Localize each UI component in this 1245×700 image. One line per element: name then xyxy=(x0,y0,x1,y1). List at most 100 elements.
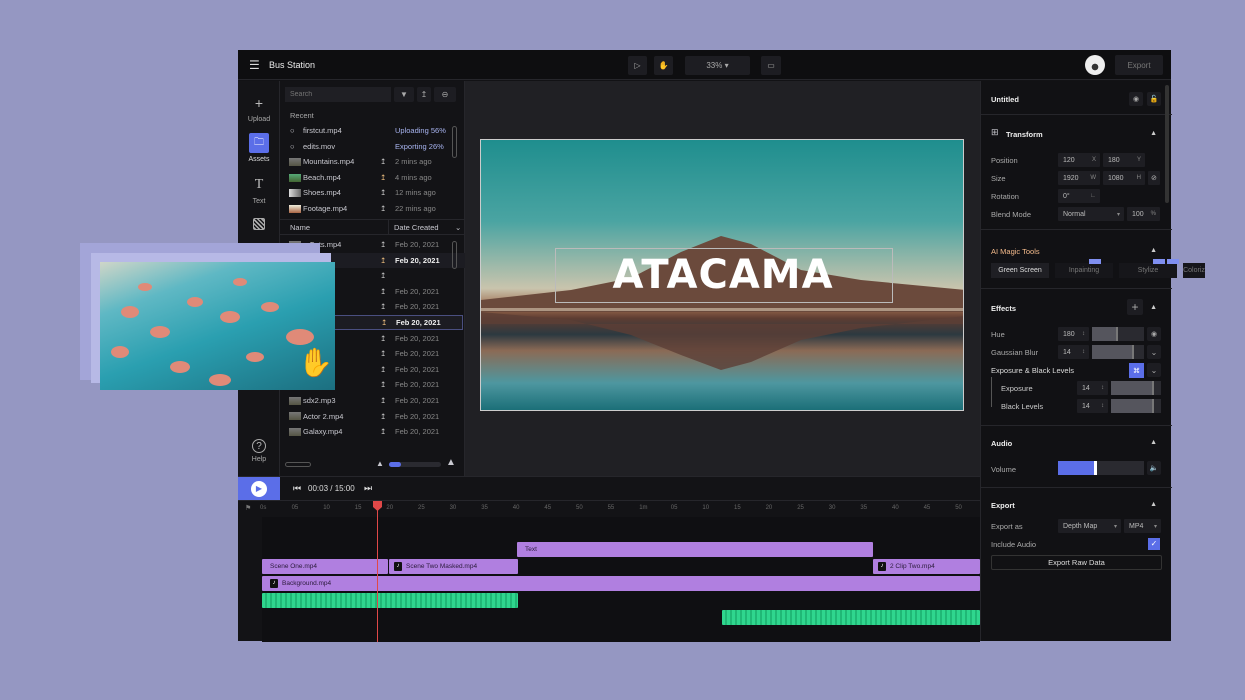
column-date-created[interactable]: Date Created xyxy=(394,223,439,232)
play-button[interactable]: ▶ xyxy=(238,477,280,500)
video-preview[interactable]: ATACAMA xyxy=(480,139,964,411)
speaker-icon[interactable]: 🔈 xyxy=(1147,461,1161,475)
pin-icon[interactable]: ↥ xyxy=(380,157,386,166)
blur-field[interactable]: 14 ↕ xyxy=(1058,345,1089,359)
recent-item[interactable]: Footage.mp4 ↥ 22 mins ago xyxy=(280,201,465,216)
playhead-handle[interactable] xyxy=(373,501,382,511)
pin-icon[interactable]: ↥ xyxy=(380,240,386,249)
height-field[interactable]: 1080 H xyxy=(1103,171,1145,185)
container-dropdown[interactable]: MP4 ▾ xyxy=(1124,519,1161,533)
blend-mode-dropdown[interactable]: Normal ▾ xyxy=(1058,207,1124,221)
rail-pattern[interactable] xyxy=(238,218,280,233)
black-levels-slider[interactable] xyxy=(1111,399,1161,413)
chevron-down-icon[interactable]: ⌄ xyxy=(1147,363,1161,377)
black-levels-field[interactable]: 14 ↕ xyxy=(1077,399,1108,413)
pin-icon[interactable]: ↥ xyxy=(380,396,386,405)
scrollbar[interactable] xyxy=(452,126,457,158)
chevron-down-icon[interactable]: ⌄ xyxy=(455,223,461,232)
pin-icon[interactable]: ↥ xyxy=(380,173,386,182)
position-y-field[interactable]: 180 Y xyxy=(1103,153,1145,167)
scrollbar[interactable] xyxy=(1165,85,1169,203)
pin-icon[interactable]: ↥ xyxy=(380,380,386,389)
filter-icon[interactable]: ▼ xyxy=(394,87,414,102)
opacity-field[interactable]: 100% xyxy=(1127,207,1160,221)
title-overlay-text[interactable]: ATACAMA xyxy=(481,252,963,298)
zoom-dropdown[interactable]: 33% ▾ xyxy=(685,56,750,75)
file-row[interactable]: Actor 2.mp4 ↥ Feb 20, 2021 xyxy=(280,409,465,424)
recent-item[interactable]: Mountains.mp4 ↥ 2 mins ago xyxy=(280,154,465,169)
rail-upload[interactable]: + Upload xyxy=(238,93,280,123)
pin-icon[interactable]: ↥ xyxy=(380,287,386,296)
flamingo-image-drag-preview[interactable]: ✋ xyxy=(100,262,335,390)
rail-help[interactable]: ? Help xyxy=(238,439,280,463)
pin-icon[interactable]: ↥ xyxy=(380,271,386,280)
rail-text[interactable]: T Text xyxy=(238,175,280,205)
file-row[interactable]: Galaxy.mp4 ↥ Feb 20, 2021 xyxy=(280,424,465,439)
clip-text[interactable]: Text xyxy=(517,542,873,557)
width-field[interactable]: 1920 W xyxy=(1058,171,1100,185)
blur-slider[interactable] xyxy=(1092,345,1144,359)
recent-item[interactable]: Shoes.mp4 ↥ 12 mins ago xyxy=(280,185,465,200)
pin-icon[interactable]: ↥ xyxy=(417,87,431,102)
column-name[interactable]: Name xyxy=(290,223,310,232)
clip-background[interactable]: ♪ Background.mp4 xyxy=(262,576,980,591)
collapse-icon[interactable]: ▲ xyxy=(1150,130,1157,137)
recent-item[interactable]: ○ firstcut.mp4 Uploading 56% xyxy=(280,123,465,138)
effect-toggle-button[interactable]: ⌘ xyxy=(1129,363,1144,378)
snap-icon[interactable]: ⚑ xyxy=(245,504,251,512)
pin-icon[interactable]: ↥ xyxy=(380,302,386,311)
select-tool-icon[interactable]: ▷ xyxy=(628,56,647,75)
skip-back-icon[interactable]: ⏮ xyxy=(293,483,301,494)
ai-tool-button[interactable]: Green Screen xyxy=(991,263,1049,278)
export-button[interactable]: Export xyxy=(1115,55,1163,75)
audio-waveform[interactable] xyxy=(722,610,980,625)
clip-two[interactable]: ♪ 2 Clip Two.mp4 xyxy=(873,559,980,574)
playhead[interactable] xyxy=(377,501,378,642)
clip-scene-two[interactable]: ♪ Scene Two Masked.mp4 xyxy=(389,559,518,574)
eye-icon[interactable]: ◉ xyxy=(1147,327,1161,341)
pin-icon[interactable]: ↥ xyxy=(380,256,386,265)
search-input[interactable] xyxy=(285,87,391,102)
clip-scene-one[interactable]: Scene One.mp4 xyxy=(262,559,388,574)
hue-slider[interactable] xyxy=(1092,327,1144,341)
more-options-icon[interactable]: ⊖ xyxy=(434,87,456,102)
rail-assets[interactable]: 🗀 Assets xyxy=(238,133,280,163)
recent-item[interactable]: ○ edits.mov Exporting 26% xyxy=(280,139,465,154)
pin-icon[interactable]: ↥ xyxy=(380,365,386,374)
recent-item[interactable]: Beach.mp4 ↥ 4 mins ago xyxy=(280,170,465,185)
include-audio-checkbox[interactable]: ✓ xyxy=(1148,538,1160,550)
pin-icon[interactable]: ↥ xyxy=(380,412,386,421)
skip-forward-icon[interactable]: ⏭ xyxy=(364,483,372,494)
audio-waveform[interactable] xyxy=(262,593,518,608)
eye-icon[interactable]: ◉ xyxy=(1129,92,1143,106)
unlock-icon[interactable]: 🔓 xyxy=(1147,92,1161,106)
ai-tool-button[interactable]: Inpainting xyxy=(1055,263,1113,278)
pin-icon[interactable]: ↥ xyxy=(380,334,386,343)
pin-icon[interactable]: ↥ xyxy=(380,204,386,213)
rotation-field[interactable]: 0° ∟ xyxy=(1058,189,1100,203)
thumbnail-size-slider[interactable] xyxy=(389,462,441,467)
chevron-down-icon[interactable]: ⌄ xyxy=(1147,345,1161,359)
ai-tool-button[interactable]: Coloriz xyxy=(1183,263,1205,278)
scrollbar[interactable] xyxy=(452,241,457,269)
collapse-icon[interactable]: ▲ xyxy=(1150,501,1157,508)
hue-field[interactable]: 180 ↕ xyxy=(1058,327,1089,341)
display-icon[interactable]: ▭ xyxy=(761,56,781,75)
ai-tool-button[interactable]: Stylize xyxy=(1119,263,1177,278)
export-raw-data-button[interactable]: Export Raw Data xyxy=(991,555,1162,570)
export-format-dropdown[interactable]: Depth Map ▾ xyxy=(1058,519,1121,533)
exposure-field[interactable]: 14 ↕ xyxy=(1077,381,1108,395)
volume-slider[interactable] xyxy=(1058,461,1144,475)
avatar[interactable] xyxy=(1085,55,1105,75)
scroll-handle[interactable] xyxy=(285,462,311,467)
collapse-icon[interactable]: ▲ xyxy=(1150,304,1157,311)
exposure-slider[interactable] xyxy=(1111,381,1161,395)
file-row[interactable]: sdx2.mp3 ↥ Feb 20, 2021 xyxy=(280,393,465,408)
collapse-icon[interactable]: ▲ xyxy=(1150,439,1157,446)
large-thumbnails-icon[interactable]: ▲ xyxy=(446,457,456,468)
hand-tool-icon[interactable]: ✋ xyxy=(654,56,673,75)
pin-icon[interactable]: ↥ xyxy=(380,427,386,436)
collapse-icon[interactable]: ▲ xyxy=(1150,247,1157,254)
small-thumbnails-icon[interactable]: ▲ xyxy=(376,459,384,468)
add-effect-button[interactable]: + xyxy=(1127,299,1143,315)
